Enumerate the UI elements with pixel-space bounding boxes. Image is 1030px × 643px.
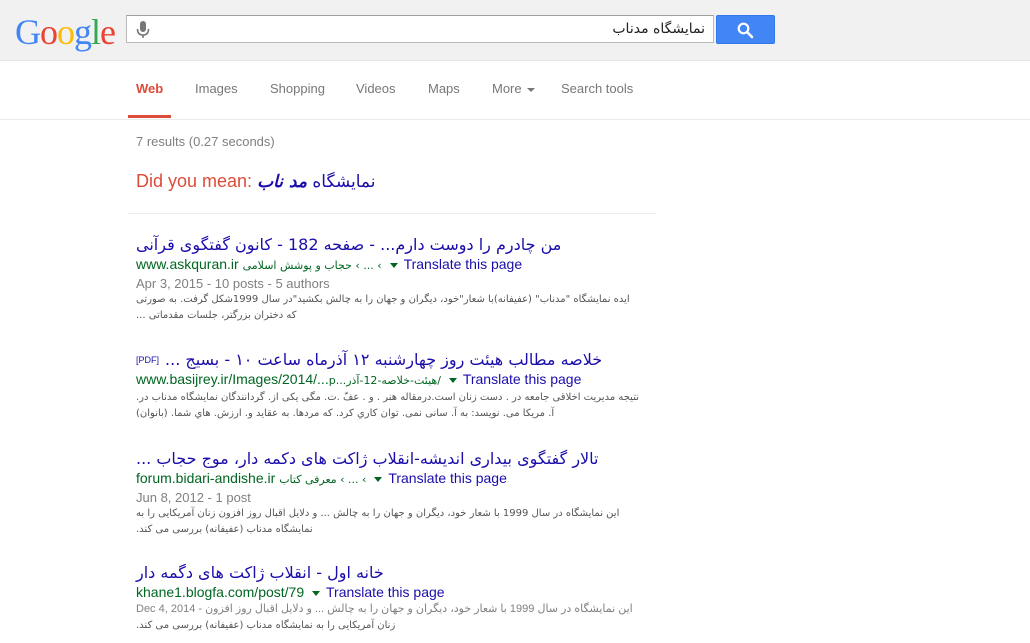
tab-maps[interactable]: Maps bbox=[428, 81, 460, 97]
result-snippet-line: آ. مریکا می. نویسد: به آ. سانی نمی. توان… bbox=[136, 408, 555, 419]
tab-images[interactable]: Images bbox=[195, 81, 238, 97]
result-url-line: forum.bidari-andishe.ir › ... › معرفی کت… bbox=[136, 469, 676, 489]
result-url-line: www.askquran.ir › ... › حجاب و پوشش اسلا… bbox=[136, 255, 676, 275]
translate-link[interactable]: Translate this page bbox=[388, 470, 507, 486]
translate-link[interactable]: Translate this page bbox=[404, 256, 523, 272]
result-snippet-line: ایده نمایشگاه "مدناب" (عفیفانه)با شعار"خ… bbox=[136, 294, 630, 305]
result-title-line: [PDF] خلاصه مطالب هیئت روز چهارشنبه ۱۲ آذ… bbox=[136, 350, 676, 370]
result-title[interactable]: خلاصه مطالب هیئت روز چهارشنبه ۱۲ آذرماه … bbox=[165, 350, 602, 369]
translate-link[interactable]: Translate this page bbox=[326, 584, 445, 600]
active-tab-indicator bbox=[128, 115, 171, 118]
search-result: [PDF] خلاصه مطالب هیئت روز چهارشنبه ۱۲ آذ… bbox=[136, 350, 676, 422]
result-breadcrumb: › ... › حجاب و پوشش اسلامی bbox=[242, 259, 382, 272]
divider bbox=[128, 213, 656, 214]
search-result: خانه اول - انقلاب ژاکت های دگمه دار khan… bbox=[136, 563, 676, 634]
header-bar: Google نمایشگاه مدناب bbox=[0, 0, 1030, 61]
did-you-mean-suggestion[interactable]: نمایشگاه مد ناب bbox=[257, 172, 375, 192]
did-you-mean: Did you mean: نمایشگاه مد ناب bbox=[136, 170, 375, 193]
logo-letter: o bbox=[57, 12, 75, 52]
tab-search-tools[interactable]: Search tools bbox=[561, 81, 633, 97]
result-url: khane1.blogfa.com/post/79 bbox=[136, 584, 305, 600]
result-meta: Dec 4, 2014 - این نمایشگاه در سال 1999 ب… bbox=[136, 603, 633, 615]
pdf-label: [PDF] bbox=[136, 355, 160, 365]
result-url-line: www.basijrey.ir/Images/2014/.../هيئت-خلا… bbox=[136, 370, 676, 390]
google-logo[interactable]: Google bbox=[15, 10, 116, 54]
result-url: www.askquran.ir bbox=[136, 256, 239, 272]
search-button[interactable] bbox=[716, 15, 775, 44]
suggestion-bold: مد ناب bbox=[257, 172, 307, 192]
tab-more-label: More bbox=[492, 81, 522, 96]
url-dropdown-icon[interactable] bbox=[389, 262, 398, 268]
result-url-line: khane1.blogfa.com/post/79 Translate this… bbox=[136, 583, 676, 601]
search-result: من چادرم را دوست دارم... - صفحه 182 - کا… bbox=[136, 235, 676, 324]
result-breadcrumb: /هيئت-خلاصه-12-آذر...p bbox=[328, 374, 441, 387]
search-tabs: Web Images Shopping Videos Maps More Sea… bbox=[0, 61, 1030, 120]
result-snippet-line: نتیجه مدیریت اخلاقی جامعه در . دست زنان … bbox=[136, 392, 640, 403]
suggestion-prefix: نمایشگاه bbox=[306, 172, 376, 192]
tab-web[interactable]: Web bbox=[136, 81, 163, 97]
result-stats: 7 results (0.27 seconds) bbox=[136, 134, 275, 149]
result-snippet-line: که دختران بزرگتر، جلسات مقدماتی ... bbox=[136, 310, 297, 321]
url-dropdown-icon[interactable] bbox=[374, 476, 383, 482]
search-input[interactable]: نمایشگاه مدناب bbox=[126, 15, 714, 43]
logo-letter: g bbox=[74, 12, 92, 52]
did-you-mean-label: Did you mean: bbox=[136, 171, 253, 191]
search-query-text: نمایشگاه مدناب bbox=[612, 21, 705, 37]
result-meta: Apr 3, 2015 - 10 posts - 5 authors bbox=[136, 276, 330, 291]
result-snippet-line: نمایشگاه مدناب (عفیفانه) بررسی می کند. bbox=[136, 524, 313, 535]
result-title[interactable]: خانه اول - انقلاب ژاکت های دگمه دار bbox=[136, 563, 676, 583]
result-snippet-line: زنان آمریکایی را به نمایشگاه مدناب (عفیف… bbox=[136, 620, 396, 631]
tab-more[interactable]: More bbox=[492, 81, 535, 97]
tab-shopping[interactable]: Shopping bbox=[270, 81, 325, 97]
dropdown-caret-icon bbox=[526, 87, 535, 92]
logo-letter: o bbox=[40, 12, 58, 52]
result-title[interactable]: تالار گفتگوی بیداری اندیشه-انقلاب ژاکت ه… bbox=[136, 449, 676, 469]
url-dropdown-icon[interactable] bbox=[448, 377, 457, 383]
search-icon bbox=[737, 22, 754, 39]
microphone-icon[interactable] bbox=[135, 20, 151, 40]
logo-letter: e bbox=[100, 12, 116, 52]
search-result: تالار گفتگوی بیداری اندیشه-انقلاب ژاکت ه… bbox=[136, 449, 676, 538]
result-meta: Jun 8, 2012 - 1 post bbox=[136, 490, 251, 505]
result-url: forum.bidari-andishe.ir bbox=[136, 470, 276, 486]
result-title[interactable]: من چادرم را دوست دارم... - صفحه 182 - کا… bbox=[136, 235, 676, 255]
tab-videos[interactable]: Videos bbox=[356, 81, 396, 97]
translate-link[interactable]: Translate this page bbox=[463, 371, 582, 387]
logo-letter: l bbox=[91, 12, 101, 52]
url-dropdown-icon[interactable] bbox=[312, 590, 321, 596]
logo-letter: G bbox=[15, 12, 41, 52]
result-url: www.basijrey.ir/Images/2014/... bbox=[136, 371, 329, 387]
result-snippet-line: این نمایشگاه در سال 1999 با شعار خود، دی… bbox=[136, 508, 620, 519]
result-breadcrumb: › ... › معرفی کتاب bbox=[279, 473, 367, 486]
